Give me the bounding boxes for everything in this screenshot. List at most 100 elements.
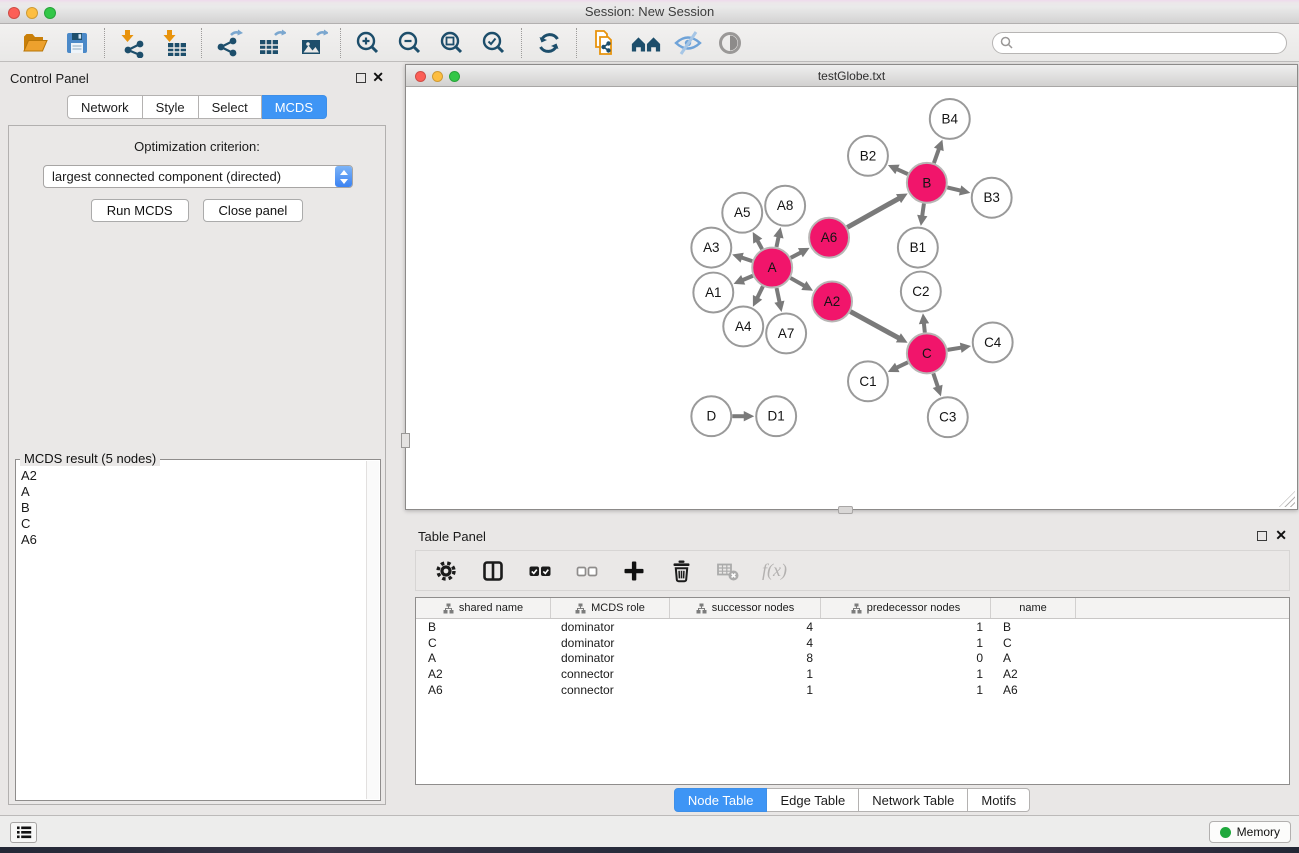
search-box[interactable] [992, 32, 1287, 54]
result-scrollbar[interactable] [366, 461, 379, 799]
float-panel-icon[interactable] [1257, 531, 1267, 541]
column-header-MCDS-role[interactable]: MCDS role [551, 598, 670, 618]
graph-edge-A-A5[interactable] [757, 240, 762, 249]
add-column-button[interactable] [621, 558, 647, 584]
graph-node-D1[interactable]: D1 [756, 396, 796, 436]
graph-edge-B-B1[interactable] [922, 204, 924, 217]
graph-edge-C-C1[interactable] [896, 362, 907, 367]
tab-style[interactable]: Style [143, 95, 199, 119]
tab-network-table[interactable]: Network Table [859, 788, 968, 812]
graph-node-C3[interactable]: C3 [928, 397, 968, 437]
graph-edge-B-B2[interactable] [896, 169, 907, 174]
graph-node-D[interactable]: D [691, 396, 731, 436]
graph-edge-A-A1[interactable] [742, 276, 753, 280]
memory-button[interactable]: Memory [1209, 821, 1291, 843]
graph-edge-A6-B[interactable] [847, 198, 899, 227]
mcds-result-item[interactable]: C [18, 516, 364, 532]
import-table-button[interactable] [158, 27, 190, 59]
graph-edge-A-A4[interactable] [757, 286, 763, 298]
mcds-result-item[interactable]: B [18, 500, 364, 516]
graph-edge-A-A7[interactable] [777, 288, 780, 303]
show-details-button[interactable] [714, 27, 746, 59]
first-neighbors-button[interactable] [630, 27, 662, 59]
export-table-button[interactable] [255, 27, 287, 59]
zoom-out-button[interactable] [394, 27, 426, 59]
refresh-button[interactable] [533, 27, 565, 59]
graph-edge-B-B3[interactable] [947, 187, 961, 190]
mcds-result-item[interactable]: A [18, 484, 364, 500]
tab-motifs[interactable]: Motifs [968, 788, 1030, 812]
close-window-button[interactable] [8, 7, 20, 19]
search-input[interactable] [1018, 36, 1279, 50]
zoom-window-button[interactable] [44, 7, 56, 19]
zoom-fit-button[interactable] [436, 27, 468, 59]
graph-node-B1[interactable]: B1 [898, 228, 938, 268]
column-header-name[interactable]: name [991, 598, 1076, 618]
minimize-network-button[interactable] [432, 71, 443, 82]
show-columns-button[interactable] [480, 558, 506, 584]
tab-select[interactable]: Select [199, 95, 262, 119]
split-divider-grip[interactable] [838, 506, 853, 514]
graph-edge-C-C3[interactable] [933, 373, 938, 387]
graph-node-A6[interactable]: A6 [809, 218, 849, 258]
task-history-button[interactable] [10, 822, 37, 843]
float-panel-icon[interactable] [356, 73, 366, 83]
graph-node-C1[interactable]: C1 [848, 361, 888, 401]
hide-details-button[interactable] [672, 27, 704, 59]
graph-node-A4[interactable]: A4 [723, 306, 763, 346]
run-mcds-button[interactable]: Run MCDS [91, 199, 189, 222]
close-panel-icon[interactable]: ✕ [372, 69, 384, 85]
graph-node-C2[interactable]: C2 [901, 272, 941, 312]
zoom-in-button[interactable] [352, 27, 384, 59]
zoom-network-button[interactable] [449, 71, 460, 82]
tab-edge-table[interactable]: Edge Table [767, 788, 859, 812]
graph-edge-B-B4[interactable] [934, 148, 939, 163]
mcds-result-item[interactable]: A2 [18, 468, 364, 484]
table-row[interactable]: A2connector11A2 [416, 666, 1289, 682]
graph-edge-C-C4[interactable] [947, 348, 961, 350]
open-file-button[interactable] [19, 27, 51, 59]
column-header-shared-name[interactable]: shared name [416, 598, 551, 618]
mcds-result-item[interactable]: A6 [18, 532, 364, 548]
graph-edge-A2-C[interactable] [850, 312, 899, 339]
minimize-window-button[interactable] [26, 7, 38, 19]
close-network-button[interactable] [415, 71, 426, 82]
graph-edge-A-A6[interactable] [791, 252, 801, 257]
close-panel-button[interactable]: Close panel [203, 199, 304, 222]
graph-node-B4[interactable]: B4 [930, 99, 970, 139]
graph-node-B[interactable]: B [907, 163, 947, 203]
deselect-all-columns-button[interactable] [574, 558, 600, 584]
table-settings-button[interactable] [433, 558, 459, 584]
import-network-button[interactable] [116, 27, 148, 59]
table-row[interactable]: Adominator80A [416, 651, 1289, 667]
graph-edge-A-A3[interactable] [741, 257, 752, 261]
tab-network[interactable]: Network [67, 95, 143, 119]
close-panel-icon[interactable]: ✕ [1275, 527, 1287, 543]
graph-node-A5[interactable]: A5 [722, 193, 762, 233]
graph-node-A[interactable]: A [752, 248, 792, 288]
graph-edge-A-A2[interactable] [790, 278, 804, 286]
table-row[interactable]: A6connector11A6 [416, 682, 1289, 698]
table-row[interactable]: Cdominator41C [416, 635, 1289, 651]
graph-node-A2[interactable]: A2 [812, 282, 852, 322]
save-session-button[interactable] [61, 27, 93, 59]
graph-node-A3[interactable]: A3 [691, 228, 731, 268]
table-row[interactable]: Bdominator41B [416, 619, 1289, 635]
select-all-columns-button[interactable] [527, 558, 553, 584]
delete-column-button[interactable] [668, 558, 694, 584]
graph-node-A8[interactable]: A8 [765, 186, 805, 226]
tab-node-table[interactable]: Node Table [674, 788, 768, 812]
export-network-button[interactable] [213, 27, 245, 59]
graph-node-B3[interactable]: B3 [972, 178, 1012, 218]
network-canvas[interactable]: AA1A2A3A4A5A6A7A8BB1B2B3B4CC1C2C3C4DD1 [407, 88, 1296, 508]
tab-mcds[interactable]: MCDS [262, 95, 327, 119]
column-header-predecessor-nodes[interactable]: predecessor nodes [821, 598, 991, 618]
graph-node-A7[interactable]: A7 [766, 313, 806, 353]
column-header-successor-nodes[interactable]: successor nodes [670, 598, 821, 618]
graph-edge-A-A8[interactable] [776, 236, 778, 247]
duplicate-network-button[interactable] [588, 27, 620, 59]
graph-node-B2[interactable]: B2 [848, 136, 888, 176]
criterion-dropdown[interactable]: largest connected component (directed) [43, 165, 353, 188]
window-left-grip[interactable] [401, 433, 410, 448]
graph-node-C[interactable]: C [907, 333, 947, 373]
